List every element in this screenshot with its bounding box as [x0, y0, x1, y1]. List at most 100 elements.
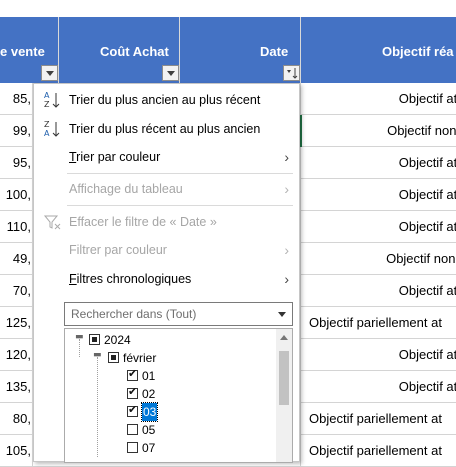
- menu-clear-filter: Effacer le filtre de « Date »: [34, 208, 299, 236]
- sale-price-cell[interactable]: 100,: [0, 179, 33, 211]
- sale-price-cell[interactable]: 70,: [0, 275, 33, 307]
- menu-sort-ascending-label: Trier du plus ancien au plus récent: [69, 93, 261, 107]
- access-key: F: [69, 272, 77, 286]
- tree-connector: [79, 339, 80, 357]
- sale-price-cell[interactable]: 125,: [0, 307, 33, 339]
- tree-connector: [97, 357, 98, 457]
- menu-clear-filter-label: Effacer le filtre de « Date »: [69, 215, 217, 229]
- day-checkbox[interactable]: [127, 385, 138, 399]
- objective-cell-text: Objectif at: [398, 283, 456, 298]
- objective-cell[interactable]: Objectif pariellement at: [300, 307, 456, 339]
- sort-descending-icon: Z A: [44, 120, 60, 138]
- filter-sort-icon: [287, 68, 298, 79]
- tree-year-label: 2024: [104, 333, 131, 347]
- objective-cell[interactable]: Objectif at: [300, 83, 456, 115]
- objective-cell[interactable]: Objectif pariellement at: [300, 403, 456, 435]
- svg-text:A: A: [44, 129, 50, 138]
- tree-scrollbar[interactable]: [276, 329, 292, 462]
- sale-price-cell[interactable]: 99,: [0, 115, 33, 147]
- tree-day-label[interactable]: 07: [142, 439, 155, 457]
- chevron-down-icon: [46, 71, 54, 76]
- objective-cell-text: Objectif at: [398, 347, 456, 362]
- clear-filter-icon: [43, 215, 61, 230]
- header-date-label: Date: [260, 44, 289, 59]
- sale-price-cell[interactable]: 49,: [0, 243, 33, 275]
- objective-cell[interactable]: Objectif at: [300, 339, 456, 371]
- filter-button-date[interactable]: [283, 65, 300, 81]
- objective-cell-text: Objectif at: [398, 219, 456, 234]
- scrollbar-thumb[interactable]: [279, 351, 289, 405]
- filter-button-cost[interactable]: [162, 65, 179, 81]
- menu-date-filters[interactable]: Filtres chronologiques ›: [34, 265, 299, 293]
- menu-sort-by-color[interactable]: Trier par couleur ›: [34, 143, 299, 171]
- menu-filter-by-color: Filtrer par couleur ›: [34, 236, 299, 264]
- objective-cell-text: Objectif at: [398, 155, 456, 170]
- header-sale-price-label: e vente: [0, 44, 45, 59]
- tree-day-label[interactable]: 01: [142, 367, 155, 385]
- objective-cell[interactable]: Objectif pariellement at: [300, 435, 456, 467]
- chevron-down-icon: [167, 71, 175, 76]
- sale-price-cell[interactable]: 120,: [0, 339, 33, 371]
- objective-cell[interactable]: Objectif at: [300, 275, 456, 307]
- objective-cell-text: Objectif pariellement at: [309, 315, 442, 330]
- objective-cell[interactable]: Objectif at: [300, 371, 456, 403]
- objective-cell-text: Objectif pariellement at: [309, 411, 442, 426]
- year-checkbox[interactable]: [89, 334, 100, 345]
- search-input[interactable]: Rechercher dans (Tout): [64, 302, 293, 326]
- header-objective[interactable]: Objectif réa: [301, 17, 456, 83]
- svg-text:Z: Z: [44, 120, 50, 129]
- sale-price-cell[interactable]: 80,: [0, 403, 33, 435]
- menu-sort-descending[interactable]: Z A Trier du plus récent au plus ancien: [34, 115, 299, 143]
- menu-filter-by-color-label: Filtrer par couleur: [69, 243, 167, 257]
- tree-day-label[interactable]: 03: [140, 402, 159, 422]
- chevron-right-icon: ›: [284, 181, 289, 197]
- day-checkbox[interactable]: [127, 403, 138, 417]
- month-checkbox[interactable]: [108, 352, 119, 363]
- tree-month-label: février: [123, 351, 157, 365]
- day-checkbox[interactable]: [127, 367, 138, 381]
- menu-separator: [67, 173, 293, 174]
- objective-cell[interactable]: Objectif at: [300, 147, 456, 179]
- sale-price-cell[interactable]: 95,: [0, 147, 33, 179]
- sale-price-cell[interactable]: 105,: [0, 435, 33, 467]
- objective-cell-text: Objectif non at: [386, 251, 456, 266]
- objective-cell-text: Objectif pariellement at: [309, 443, 442, 458]
- chevron-down-icon[interactable]: [278, 312, 286, 317]
- tree-day-label[interactable]: 05: [142, 421, 155, 439]
- menu-sheet-view: Affichage du tableau ›: [34, 175, 299, 203]
- access-key: T: [69, 150, 77, 164]
- sale-price-cell[interactable]: 110,: [0, 211, 33, 243]
- header-cost-label: Coût Achat: [100, 44, 169, 59]
- tree-day-label[interactable]: 02: [142, 385, 155, 403]
- objective-cell-text: Objectif at: [398, 91, 456, 106]
- chevron-right-icon: ›: [284, 242, 289, 258]
- objective-cell[interactable]: Objectif non at: [300, 115, 456, 147]
- sale-price-cell[interactable]: 85,: [0, 83, 33, 115]
- menu-sort-ascending[interactable]: A Z Trier du plus ancien au plus récent: [34, 86, 299, 114]
- scroll-up-icon[interactable]: [280, 335, 288, 340]
- objective-cell[interactable]: Objectif non at: [300, 243, 456, 275]
- sort-ascending-icon: A Z: [44, 91, 60, 109]
- menu-sort-by-color-label: Trier par couleur: [69, 150, 161, 164]
- day-checkbox[interactable]: [127, 424, 138, 435]
- header-objective-label: Objectif réa: [382, 44, 454, 59]
- sale-price-cell[interactable]: 135,: [0, 371, 33, 403]
- menu-separator: [67, 205, 293, 206]
- day-checkbox[interactable]: [127, 442, 138, 453]
- svg-text:Z: Z: [44, 100, 50, 109]
- chevron-right-icon: ›: [284, 271, 289, 287]
- objective-cell-text: Objectif at: [398, 379, 456, 394]
- chevron-right-icon: ›: [284, 149, 289, 165]
- objective-cell-text: Objectif at: [398, 187, 456, 202]
- objective-cell-text: Objectif non at: [387, 123, 456, 138]
- menu-date-filters-label: Filtres chronologiques: [69, 272, 192, 286]
- search-placeholder: Rechercher dans (Tout): [71, 307, 197, 321]
- filter-dropdown-menu[interactable]: A Z Trier du plus ancien au plus récent …: [33, 83, 300, 463]
- date-tree-list[interactable]: ▬ 2024 ▬ février 0102030507: [64, 328, 293, 463]
- filter-button-sale-price[interactable]: [41, 65, 58, 81]
- objective-cell[interactable]: Objectif at: [300, 211, 456, 243]
- svg-text:A: A: [44, 91, 50, 100]
- menu-sort-descending-label: Trier du plus récent au plus ancien: [69, 122, 261, 136]
- menu-sheet-view-label: Affichage du tableau: [69, 182, 183, 196]
- objective-cell[interactable]: Objectif at: [300, 179, 456, 211]
